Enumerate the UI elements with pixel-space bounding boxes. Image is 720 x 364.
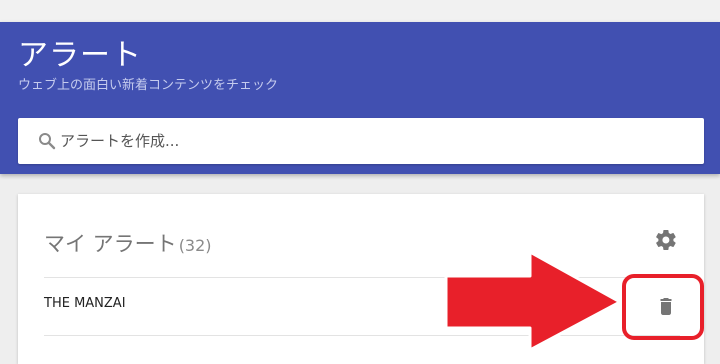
search-bar[interactable]: [18, 118, 704, 164]
alert-count: (32): [178, 236, 212, 255]
page-title: アラート: [18, 38, 142, 73]
search-icon: [38, 132, 56, 150]
page-subtitle: ウェブ上の面白い新着コンテンツをチェック: [18, 78, 279, 93]
arrow-right-icon: [444, 250, 624, 352]
gear-icon: [654, 229, 678, 256]
highlight-box: [622, 274, 704, 340]
app-header: アラート ウェブ上の面白い新着コンテンツをチェック: [0, 22, 720, 174]
search-input[interactable]: [60, 118, 680, 164]
alert-name: THE MANZAI: [44, 296, 126, 311]
my-alerts-heading: マイ アラート (32): [44, 228, 212, 258]
my-alerts-title: マイ アラート: [44, 232, 177, 256]
top-strip: [0, 0, 720, 22]
settings-button[interactable]: [654, 228, 678, 252]
